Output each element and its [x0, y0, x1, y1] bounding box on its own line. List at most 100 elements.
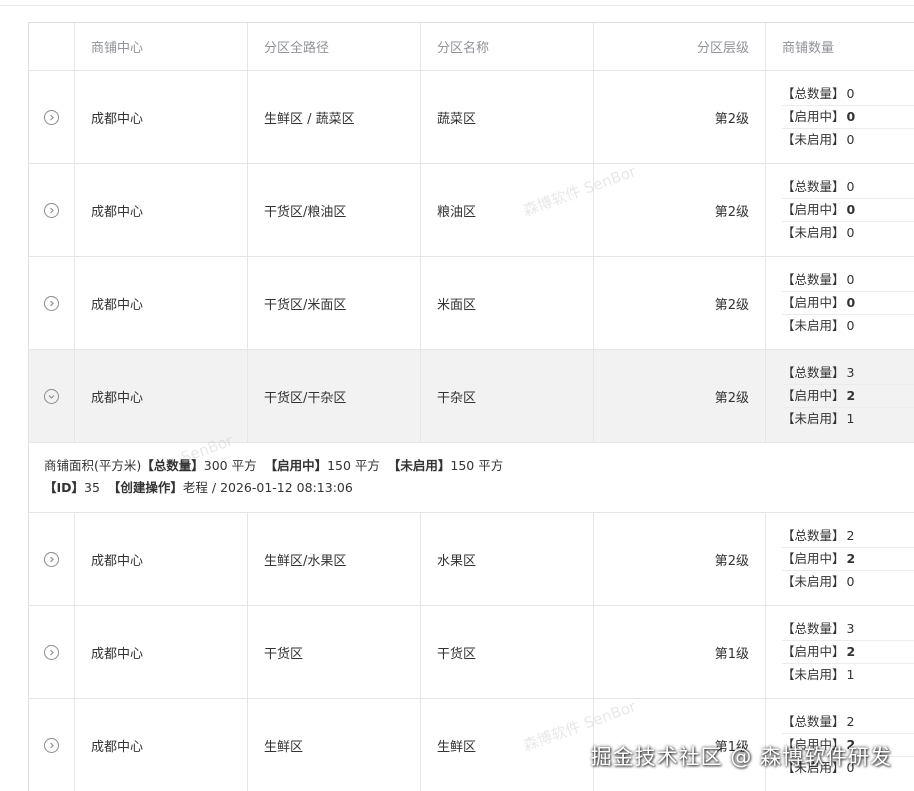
count-disabled-value: 0: [846, 225, 855, 240]
count-cell: 【总数量】 2 【启用中】 2 【未启用】 0: [766, 513, 914, 605]
path-cell: 干货区/米面区: [248, 257, 421, 349]
expanded-detail-panel: 商铺面积(平方米)【总数量】300 平方 【启用中】150 平方 【未启用】15…: [29, 443, 914, 513]
level-cell: 第2级: [594, 71, 766, 163]
count-disabled-value: 1: [846, 411, 855, 426]
count-disabled: 【未启用】 0: [782, 222, 914, 244]
count-list: 【总数量】 3 【启用中】 2 【未启用】 1: [782, 618, 914, 686]
count-total-value: 0: [846, 86, 855, 101]
count-enabled: 【启用中】 2: [782, 641, 914, 664]
count-disabled: 【未启用】 1: [782, 408, 914, 430]
count-total-label: 【总数量】: [782, 621, 845, 636]
chevron-right-circle-icon[interactable]: [44, 644, 59, 660]
table-row[interactable]: 成都中心 干货区/粮油区 粮油区 第2级 【总数量】 0 【启用中】 0 【未启用】 0: [29, 164, 914, 257]
table-body: 成都中心 生鲜区 / 蔬菜区 蔬菜区 第2级 【总数量】 0 【启用中】 0 【未启用】 0 成都中…: [29, 71, 914, 791]
top-divider: [0, 5, 914, 6]
detail-disabled-label: 【未启用】: [387, 458, 451, 473]
count-enabled: 【启用中】 0: [782, 292, 914, 315]
count-list: 【总数量】 0 【启用中】 0 【未启用】 0: [782, 269, 914, 337]
count-disabled-label: 【未启用】: [782, 760, 845, 775]
count-cell: 【总数量】 3 【启用中】 2 【未启用】 1: [766, 606, 914, 698]
table-row[interactable]: 成都中心 干货区 干货区 第1级 【总数量】 3 【启用中】 2 【未启用】 1: [29, 606, 914, 699]
count-list: 【总数量】 0 【启用中】 0 【未启用】 0: [782, 176, 914, 244]
chevron-right-circle-icon[interactable]: [44, 295, 59, 311]
count-enabled: 【启用中】 2: [782, 734, 914, 757]
count-cell: 【总数量】 0 【启用中】 0 【未启用】 0: [766, 164, 914, 256]
count-cell: 【总数量】 3 【启用中】 2 【未启用】 1: [766, 350, 914, 442]
count-cell: 【总数量】 0 【启用中】 0 【未启用】 0: [766, 71, 914, 163]
count-total-label: 【总数量】: [782, 365, 845, 380]
level-cell: 第2级: [594, 164, 766, 256]
count-total-value: 0: [846, 272, 855, 287]
detail-area-line: 商铺面积(平方米)【总数量】300 平方 【启用中】150 平方 【未启用】15…: [44, 455, 914, 477]
count-enabled-label: 【启用中】: [782, 202, 845, 217]
header-level: 分区层级: [594, 23, 766, 70]
count-total: 【总数量】 0: [782, 83, 914, 106]
detail-area-prefix: 商铺面积(平方米): [44, 458, 142, 473]
count-enabled-value: 0: [846, 109, 856, 124]
count-total-label: 【总数量】: [782, 528, 845, 543]
count-total-label: 【总数量】: [782, 179, 845, 194]
count-disabled: 【未启用】 1: [782, 664, 914, 686]
count-total-label: 【总数量】: [782, 86, 845, 101]
count-disabled-value: 0: [846, 574, 855, 589]
count-total: 【总数量】 3: [782, 362, 914, 385]
chevron-down-circle-icon[interactable]: [44, 388, 59, 404]
count-total-label: 【总数量】: [782, 272, 845, 287]
count-total-value: 3: [846, 365, 855, 380]
count-disabled: 【未启用】 0: [782, 315, 914, 337]
chevron-right-circle-icon[interactable]: [44, 109, 59, 125]
count-list: 【总数量】 3 【启用中】 2 【未启用】 1: [782, 362, 914, 430]
count-enabled-label: 【启用中】: [782, 295, 845, 310]
count-list: 【总数量】 2 【启用中】 2 【未启用】 0: [782, 711, 914, 779]
center-cell: 成都中心: [75, 350, 248, 442]
detail-enabled-value: 150 平方: [327, 458, 380, 473]
detail-total-value: 300 平方: [203, 458, 257, 473]
level-cell: 第1级: [594, 606, 766, 698]
level-cell: 第1级: [594, 699, 766, 791]
count-total: 【总数量】 2: [782, 711, 914, 734]
name-cell: 水果区: [421, 513, 594, 605]
count-disabled-value: 0: [846, 318, 855, 333]
count-total-label: 【总数量】: [782, 714, 845, 729]
table-row[interactable]: 成都中心 生鲜区 / 蔬菜区 蔬菜区 第2级 【总数量】 0 【启用中】 0 【未启用】 0: [29, 71, 914, 164]
count-disabled-label: 【未启用】: [782, 667, 845, 682]
count-list: 【总数量】 0 【启用中】 0 【未启用】 0: [782, 83, 914, 151]
name-cell: 蔬菜区: [421, 71, 594, 163]
expand-cell: [29, 606, 75, 698]
name-cell: 生鲜区: [421, 699, 594, 791]
detail-total-label: 【总数量】: [141, 458, 204, 473]
count-disabled-label: 【未启用】: [782, 318, 845, 333]
detail-creator-value: 老程 / 2026-01-12 08:13:06: [182, 480, 353, 495]
table-row[interactable]: 成都中心 干货区/干杂区 干杂区 第2级 【总数量】 3 【启用中】 2 【未启用】 1: [29, 350, 914, 443]
count-cell: 【总数量】 2 【启用中】 2 【未启用】 0: [766, 699, 914, 791]
table-row[interactable]: 成都中心 干货区/米面区 米面区 第2级 【总数量】 0 【启用中】 0 【未启用】 0: [29, 257, 914, 350]
name-cell: 干杂区: [421, 350, 594, 442]
header-path: 分区全路径: [248, 23, 421, 70]
count-enabled-label: 【启用中】: [782, 109, 845, 124]
expand-cell: [29, 350, 75, 442]
level-cell: 第2级: [594, 257, 766, 349]
level-cell: 第2级: [594, 350, 766, 442]
count-disabled-label: 【未启用】: [782, 411, 845, 426]
count-total: 【总数量】 3: [782, 618, 914, 641]
count-enabled: 【启用中】 0: [782, 106, 914, 129]
path-cell: 生鲜区/水果区: [248, 513, 421, 605]
expand-cell: [29, 699, 75, 791]
count-total-value: 3: [846, 621, 855, 636]
center-cell: 成都中心: [75, 513, 248, 605]
header-count: 商铺数量: [782, 41, 835, 56]
expand-cell: [29, 513, 75, 605]
name-cell: 米面区: [421, 257, 594, 349]
count-total: 【总数量】 0: [782, 176, 914, 199]
count-total-value: 2: [846, 528, 855, 543]
count-enabled: 【启用中】 2: [782, 548, 914, 571]
chevron-right-circle-icon[interactable]: [44, 202, 59, 218]
path-cell: 干货区: [248, 606, 421, 698]
table-row[interactable]: 成都中心 生鲜区 生鲜区 第1级 【总数量】 2 【启用中】 2 【未启用】 0: [29, 699, 914, 791]
header-name: 分区名称: [421, 23, 594, 70]
table-row[interactable]: 成都中心 生鲜区/水果区 水果区 第2级 【总数量】 2 【启用中】 2 【未启用】 0: [29, 513, 914, 606]
expand-cell: [29, 164, 75, 256]
chevron-right-circle-icon[interactable]: [44, 551, 59, 567]
chevron-right-circle-icon[interactable]: [44, 737, 59, 753]
detail-id-value: 35: [84, 480, 100, 495]
